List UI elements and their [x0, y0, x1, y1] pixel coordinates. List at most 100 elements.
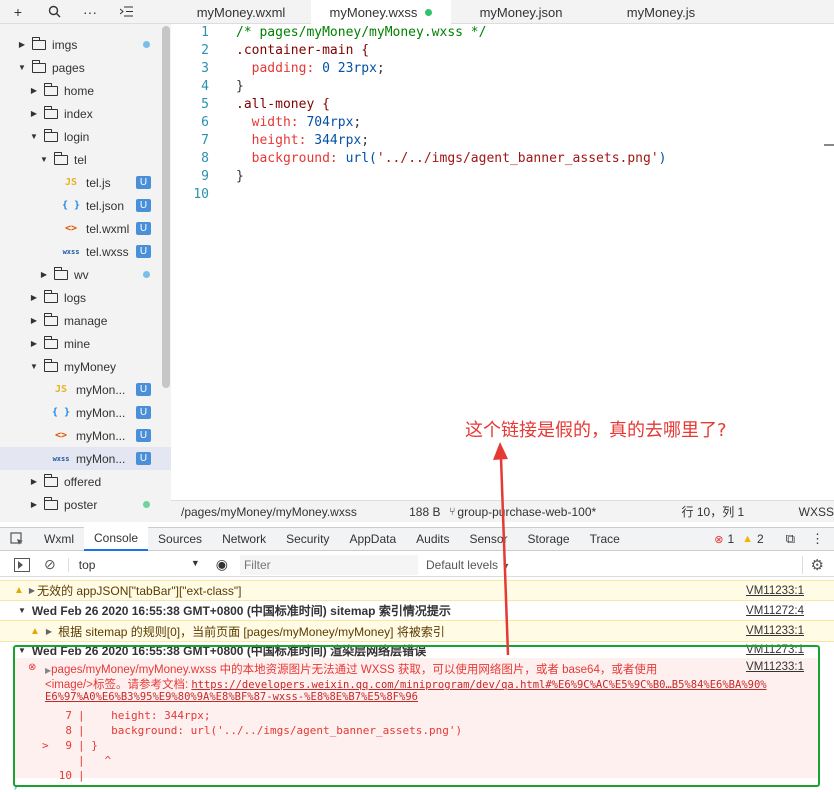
tree-folder-manage[interactable]: ▶ manage: [0, 309, 171, 332]
warning-count: 2: [757, 532, 764, 546]
search-icon[interactable]: [36, 0, 72, 24]
tree-folder-poster[interactable]: ▶ poster: [0, 493, 171, 516]
tab-appdata[interactable]: AppData: [339, 527, 406, 551]
tab-wxml[interactable]: myMoney.wxml: [171, 0, 311, 24]
untracked-badge: U: [136, 452, 151, 465]
error-icon: ⊗: [714, 533, 724, 546]
tree-folder-index[interactable]: ▶ index: [0, 102, 171, 125]
status-cursor-position[interactable]: 行 10，列 1: [682, 503, 781, 520]
eye-icon[interactable]: ◉: [216, 556, 228, 573]
context-select[interactable]: top ▼: [67, 557, 200, 572]
warning-icon: ▲: [30, 625, 40, 637]
caret-right-icon: ▶: [30, 293, 38, 302]
tree-folder-tel[interactable]: ▼ tel: [0, 148, 171, 171]
status-dot-icon: [143, 41, 150, 48]
tree-folder-pages[interactable]: ▼ pages: [0, 56, 171, 79]
tree-file-tel-json[interactable]: { } tel.json U: [0, 194, 171, 217]
untracked-badge: U: [136, 406, 151, 419]
tree-folder-wv[interactable]: ▶ wv: [0, 263, 171, 286]
tab-network[interactable]: Network: [212, 527, 276, 551]
tree-folder-logs[interactable]: ▶ logs: [0, 286, 171, 309]
sidebar-scrollbar[interactable]: [162, 26, 170, 388]
line-number: 9: [201, 169, 209, 184]
untracked-badge: U: [136, 245, 151, 258]
tree-folder-home[interactable]: ▶ home: [0, 79, 171, 102]
inspect-icon[interactable]: [0, 527, 34, 551]
code-line: padding: 0 23rpx;: [251, 61, 385, 76]
line-number: 10: [193, 187, 209, 202]
caret-right-icon: ▶: [30, 477, 38, 486]
issue-counter[interactable]: ⊗ 1 ▲ 2 ⧉ ⋮: [714, 531, 834, 547]
editor-tabs: myMoney.wxml myMoney.wxss myMoney.json m…: [171, 0, 834, 25]
source-link[interactable]: VM11272:4: [746, 605, 804, 617]
tab-json[interactable]: myMoney.json: [451, 0, 591, 24]
caret-right-icon: ▶: [30, 339, 38, 348]
tab-sources[interactable]: Sources: [148, 527, 212, 551]
plus-icon[interactable]: +: [0, 0, 36, 24]
source-link[interactable]: VM11233:1: [746, 585, 804, 597]
console-warning-row[interactable]: ▲ ▶ 根据 sitemap 的规则[0]，当前页面 [pages/myMone…: [0, 620, 834, 642]
expand-arrow-icon: ▶: [45, 626, 53, 636]
tree-file-mymoney-json[interactable]: { } myMon... U: [0, 401, 171, 424]
tree-file-tel-wxml[interactable]: <> tel.wxml U: [0, 217, 171, 240]
status-language[interactable]: WXSS: [799, 505, 834, 519]
tree-file-mymoney-wxss[interactable]: wxss myMon... U: [0, 447, 171, 470]
tab-wxml-panel[interactable]: Wxml: [34, 527, 84, 551]
collapse-arrow-icon: ▼: [18, 606, 26, 615]
tab-console[interactable]: Console: [84, 527, 149, 551]
more-vertical-icon[interactable]: ⋮: [811, 531, 824, 547]
source-link[interactable]: VM11233:1: [746, 625, 804, 637]
tree-file-mymoney-js[interactable]: JS myMon... U: [0, 378, 171, 401]
highlight-box: [13, 645, 820, 787]
caret-down-icon: ▼: [30, 132, 38, 141]
wxss-file-icon: wxss: [52, 454, 70, 463]
code-line: }: [236, 169, 244, 184]
sidebar-toggle-icon[interactable]: [14, 557, 30, 572]
folder-icon: [44, 496, 58, 510]
folder-icon: [54, 266, 68, 280]
tree-folder-mymoney[interactable]: ▼ myMoney: [0, 355, 171, 378]
untracked-badge: U: [136, 429, 151, 442]
caret-right-icon: ▶: [30, 86, 38, 95]
line-number: 6: [201, 115, 209, 130]
console-warning-row[interactable]: ▲ ▶ 无效的 appJSON["tabBar"]["ext-class"] V…: [0, 580, 834, 601]
status-file-size: 188 B: [409, 504, 441, 519]
line-number: 3: [201, 61, 209, 76]
wxss-file-icon: wxss: [62, 247, 80, 256]
dock-icon[interactable]: ⧉: [786, 531, 795, 547]
more-icon[interactable]: ···: [72, 0, 108, 24]
tab-js[interactable]: myMoney.js: [591, 0, 731, 24]
console-filter-input[interactable]: [239, 554, 418, 575]
devtools-tabs: Wxml Console Sources Network Security Ap…: [0, 527, 834, 551]
line-number: 2: [201, 43, 209, 58]
warning-icon: ▲: [742, 533, 754, 545]
tree-file-mymoney-wxml[interactable]: <> myMon... U: [0, 424, 171, 447]
json-file-icon: { }: [61, 200, 81, 211]
settings-gear-icon[interactable]: ⚙: [801, 555, 824, 574]
tab-trace[interactable]: Trace: [580, 527, 630, 551]
explorer-toolbar: + ···: [0, 0, 171, 24]
tree-folder-offered[interactable]: ▶ offered: [0, 470, 171, 493]
tab-audits[interactable]: Audits: [406, 527, 459, 551]
tree-file-tel-wxss[interactable]: wxss tel.wxss U: [0, 240, 171, 263]
tree-file-tel-js[interactable]: JS tel.js U: [0, 171, 171, 194]
devtools-window: + ··· myMoney.wxml myMoney.wxss myMoney.…: [0, 0, 834, 792]
tab-storage[interactable]: Storage: [518, 527, 580, 551]
tree-folder-login[interactable]: ▼ login: [0, 125, 171, 148]
caret-down-icon: ▼: [40, 155, 48, 164]
tree-folder-mine[interactable]: ▶ mine: [0, 332, 171, 355]
wxml-file-icon: <>: [64, 223, 78, 234]
clear-console-icon[interactable]: ⊘: [44, 556, 56, 573]
folder-icon: [44, 473, 58, 487]
code-line: .container-main {: [236, 43, 370, 58]
console-group-header[interactable]: ▼ Wed Feb 26 2020 16:55:38 GMT+0800 (中国标…: [0, 601, 834, 620]
collapse-icon[interactable]: [108, 0, 144, 24]
untracked-badge: U: [136, 199, 151, 212]
caret-down-icon: ▼: [18, 63, 26, 72]
folder-open-icon: [54, 151, 68, 165]
tree-folder-imgs[interactable]: ▶ imgs: [0, 33, 171, 56]
error-count: 1: [727, 532, 735, 546]
tab-security[interactable]: Security: [276, 527, 339, 551]
tab-wxss[interactable]: myMoney.wxss: [311, 0, 451, 25]
